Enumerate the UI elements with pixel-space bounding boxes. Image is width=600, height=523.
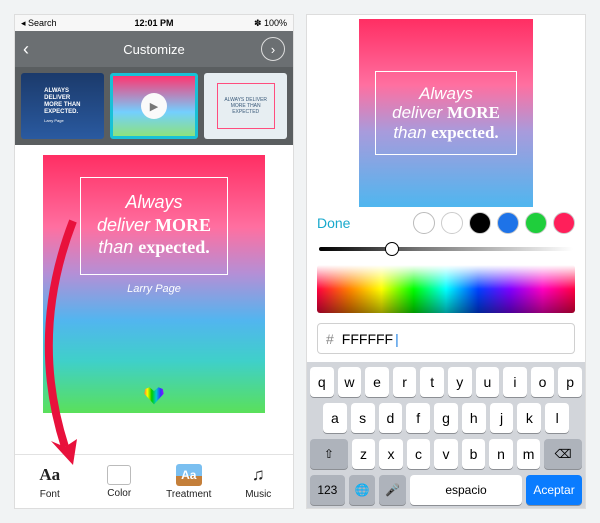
key-j[interactable]: j: [490, 403, 514, 433]
hex-value: FFFFFF: [342, 331, 393, 347]
color-icon: [107, 465, 131, 485]
key-globe[interactable]: 🌐: [349, 475, 376, 505]
hex-field[interactable]: # FFFFFF|: [317, 323, 575, 354]
key-d[interactable]: d: [379, 403, 403, 433]
quote-line-2: deliver MORE: [97, 215, 211, 236]
kb-row-2: asdfghjkl: [310, 403, 582, 433]
add-swatch-button[interactable]: [413, 212, 435, 234]
keyboard: qwertyuiop asdfghjkl ⇧ zxcvbnm ⌫ 123 🌐 🎤…: [307, 362, 585, 508]
key-n[interactable]: n: [489, 439, 513, 469]
key-e[interactable]: e: [365, 367, 389, 397]
kb-row-4: 123 🌐 🎤 espacio Aceptar: [310, 475, 582, 505]
status-time: 12:01 PM: [15, 18, 293, 28]
template-strip: ALWAYSDELIVER MORE THANEXPECTED. Larry P…: [15, 67, 293, 145]
phone-right: Always deliver MORE than expected. Done …: [306, 14, 586, 509]
kb-row-1: qwertyuiop: [310, 367, 582, 397]
key-q[interactable]: q: [310, 367, 334, 397]
key-space[interactable]: espacio: [410, 475, 522, 505]
preview-area: Always deliver MORE than expected.: [307, 15, 585, 207]
key-a[interactable]: a: [323, 403, 347, 433]
key-mic[interactable]: 🎤: [379, 475, 406, 505]
poster-preview-small[interactable]: Always deliver MORE than expected.: [359, 19, 533, 207]
key-k[interactable]: k: [517, 403, 541, 433]
slider-knob[interactable]: [385, 242, 399, 256]
swatch-bar: Done: [307, 207, 585, 239]
swatch-red[interactable]: [553, 212, 575, 234]
tab-color[interactable]: Color: [85, 455, 155, 508]
key-numbers[interactable]: 123: [310, 475, 345, 505]
swatch-black[interactable]: [469, 212, 491, 234]
key-t[interactable]: t: [420, 367, 444, 397]
quote-author: Larry Page: [127, 283, 181, 295]
key-s[interactable]: s: [351, 403, 375, 433]
key-u[interactable]: u: [476, 367, 500, 397]
quote-line-3: than expected.: [97, 237, 211, 258]
key-v[interactable]: v: [434, 439, 458, 469]
key-shift[interactable]: ⇧: [310, 439, 348, 469]
bottom-tabs: AaFont Color AaTreatment ♫Music: [15, 454, 293, 508]
key-y[interactable]: y: [448, 367, 472, 397]
template-3-text: ALWAYS DELIVER MORE THAN EXPECTED: [217, 83, 275, 129]
tab-font[interactable]: AaFont: [15, 455, 85, 508]
next-button[interactable]: ›: [261, 37, 285, 61]
quote-frame-2: Always deliver MORE than expected.: [375, 71, 517, 156]
key-r[interactable]: r: [393, 367, 417, 397]
template-1[interactable]: ALWAYSDELIVER MORE THANEXPECTED. Larry P…: [21, 73, 104, 139]
key-accept[interactable]: Aceptar: [526, 475, 582, 505]
tab-music[interactable]: ♫Music: [224, 455, 294, 508]
music-icon: ♫: [243, 464, 273, 486]
play-icon[interactable]: ▶: [141, 93, 167, 119]
color-spectrum[interactable]: [317, 265, 575, 313]
slider-track: [319, 247, 573, 251]
swatch-green[interactable]: [525, 212, 547, 234]
tab-treatment[interactable]: AaTreatment: [154, 455, 224, 508]
heart-icon: [143, 385, 165, 407]
key-z[interactable]: z: [352, 439, 376, 469]
nav-title: Customize: [15, 42, 293, 57]
key-f[interactable]: f: [406, 403, 430, 433]
key-h[interactable]: h: [462, 403, 486, 433]
quote-line-1: Always: [97, 192, 211, 213]
done-button[interactable]: Done: [317, 215, 407, 231]
key-backspace[interactable]: ⌫: [544, 439, 582, 469]
template-2-selected[interactable]: ▶: [110, 73, 199, 139]
swatch-white[interactable]: [441, 212, 463, 234]
text-cursor: |: [395, 331, 399, 347]
key-x[interactable]: x: [379, 439, 403, 469]
key-m[interactable]: m: [517, 439, 541, 469]
nav-bar: ‹ Customize ›: [15, 31, 293, 67]
key-p[interactable]: p: [558, 367, 582, 397]
treatment-icon: Aa: [176, 464, 202, 486]
status-bar: ◂ Search 12:01 PM ✽ 100%: [15, 15, 293, 31]
key-l[interactable]: l: [545, 403, 569, 433]
template-1-text: ALWAYSDELIVER MORE THANEXPECTED. Larry P…: [40, 88, 84, 125]
key-c[interactable]: c: [407, 439, 431, 469]
poster-preview[interactable]: Always deliver MORE than expected. Larry…: [43, 155, 265, 413]
phone-left: ◂ Search 12:01 PM ✽ 100% ‹ Customize › A…: [14, 14, 294, 509]
template-3[interactable]: ALWAYS DELIVER MORE THAN EXPECTED: [204, 73, 287, 139]
quote-frame: Always deliver MORE than expected.: [80, 177, 228, 275]
key-g[interactable]: g: [434, 403, 458, 433]
swatch-blue[interactable]: [497, 212, 519, 234]
kb-row-3: ⇧ zxcvbnm ⌫: [310, 439, 582, 469]
key-o[interactable]: o: [531, 367, 555, 397]
key-b[interactable]: b: [462, 439, 486, 469]
canvas-area: Always deliver MORE than expected. Larry…: [15, 145, 293, 454]
brightness-slider[interactable]: [307, 239, 585, 259]
hash-label: #: [326, 331, 334, 347]
font-icon: Aa: [35, 464, 65, 486]
key-w[interactable]: w: [338, 367, 362, 397]
back-chevron-icon[interactable]: ‹: [23, 39, 29, 60]
key-i[interactable]: i: [503, 367, 527, 397]
